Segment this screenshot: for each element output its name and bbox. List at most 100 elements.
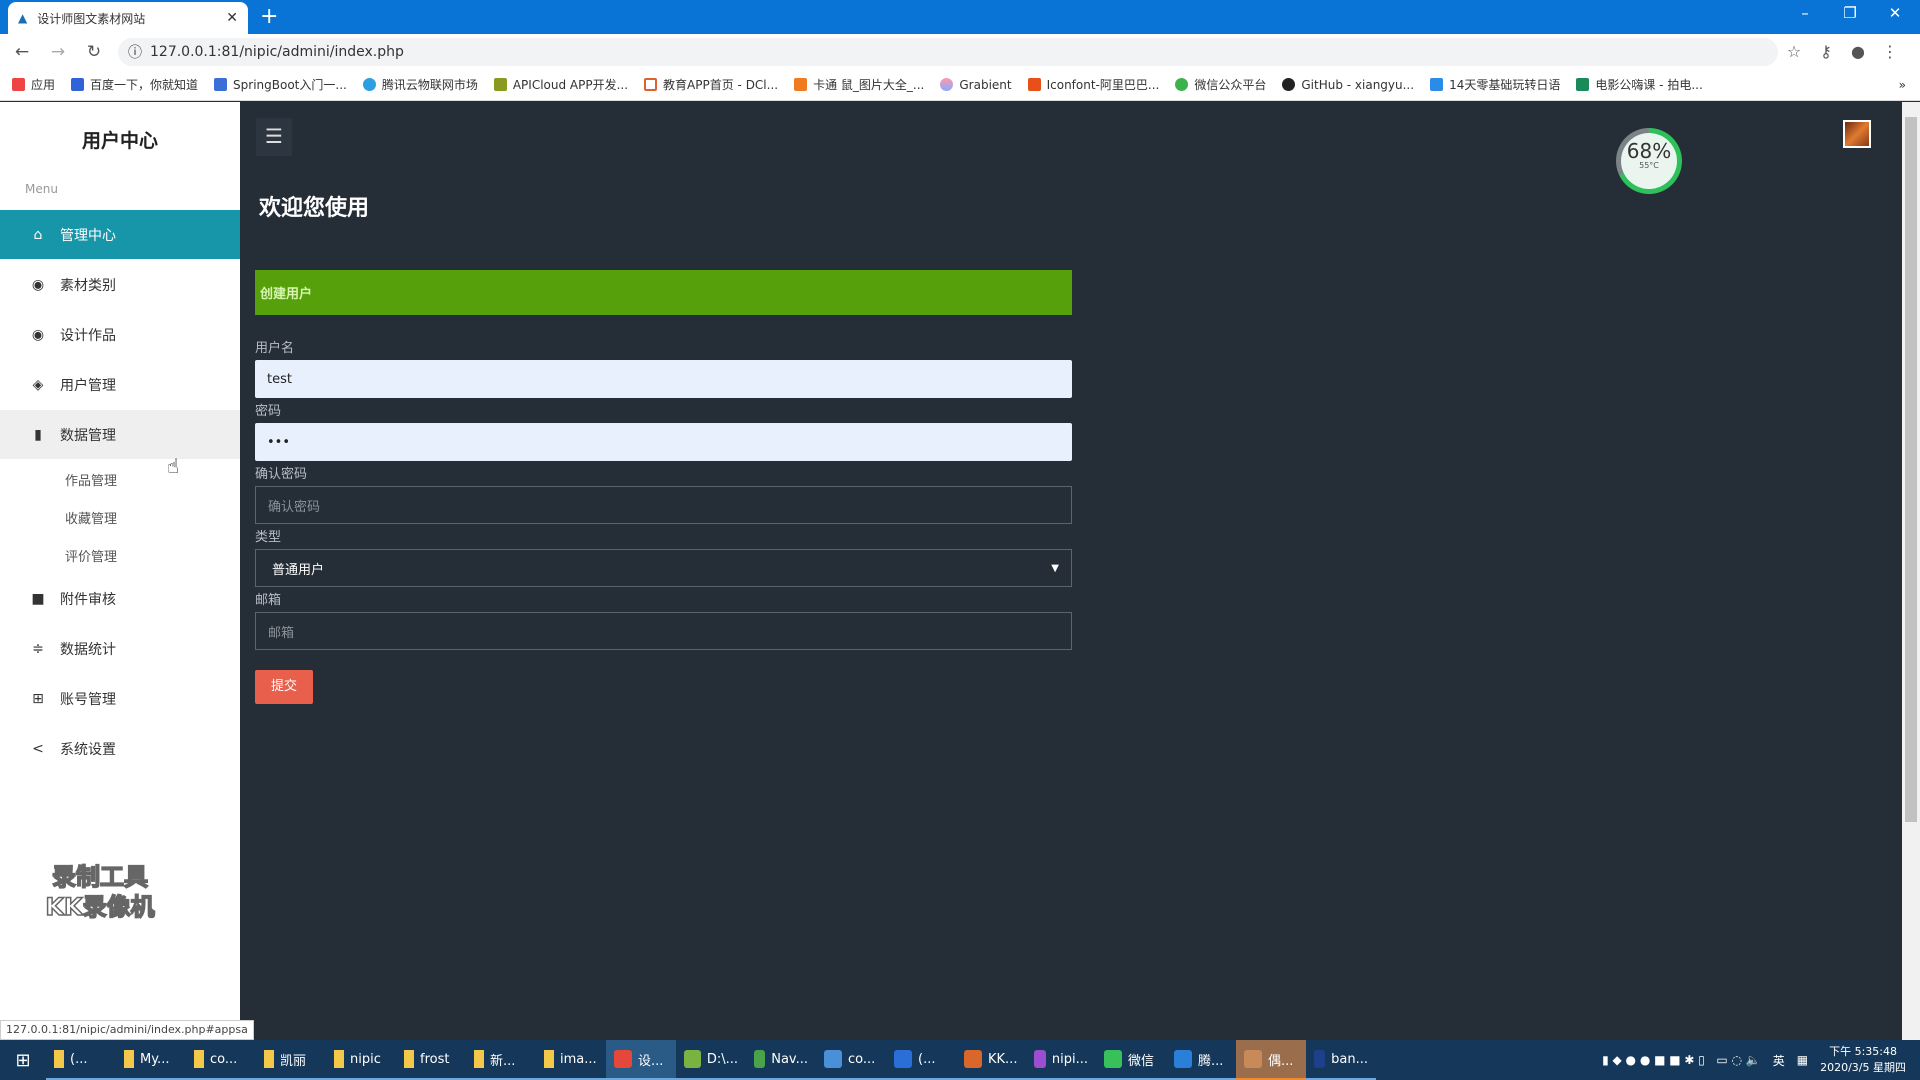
bookmark[interactable]: Grabient xyxy=(940,78,1012,92)
address-row: ← → ↻ ⓘ 127.0.0.1:81/nipic/admini/index.p… xyxy=(0,34,1920,69)
taskbar-item[interactable]: frost xyxy=(396,1040,466,1080)
subitem-favorites[interactable]: 收藏管理 xyxy=(65,508,117,527)
sidebar-item-statistics[interactable]: ≑ 数据统计 xyxy=(0,624,240,673)
taskbar-item-label: co... xyxy=(848,1051,876,1067)
cartoon-icon xyxy=(794,78,808,91)
more-bookmarks-icon[interactable]: » xyxy=(1899,78,1906,92)
sidebar-item-data-management[interactable]: ▮ 数据管理 xyxy=(0,410,240,459)
restore-button[interactable]: ❐ xyxy=(1830,4,1870,22)
taskbar-item[interactable]: 新... xyxy=(466,1040,536,1080)
windows-start-icon[interactable]: ⊞ xyxy=(0,1050,46,1071)
reload-icon[interactable]: ↻ xyxy=(80,42,108,62)
bookmark[interactable]: 14天零基础玩转日语 xyxy=(1430,76,1560,93)
taskbar-item[interactable]: Nav... xyxy=(746,1040,816,1080)
confirm-password-input[interactable]: 确认密码 xyxy=(255,486,1072,524)
key-icon[interactable]: ⚷ xyxy=(1810,42,1842,61)
forward-icon[interactable]: → xyxy=(44,42,72,62)
username-input[interactable]: test xyxy=(255,360,1072,398)
sidebar-item-label: 系统设置 xyxy=(60,741,116,758)
sidebar-item-label: 素材类别 xyxy=(60,277,116,294)
sidebar-item-label: 设计作品 xyxy=(60,327,116,344)
system-tray: ▮ ◆ ● ● ■ ■ ✱ ▯ ▭ ◌ 🔈 英 ▦ 下午 5:35:48 2020… xyxy=(1602,1044,1920,1076)
password-input[interactable]: ••• xyxy=(255,423,1072,461)
tray-icons[interactable]: ▮ ◆ ● ● ■ ■ ✱ ▯ ▭ ◌ 🔈 xyxy=(1602,1053,1761,1067)
sidebar-item-attachment-review[interactable]: ■ 附件审核 xyxy=(0,574,240,623)
app-icon xyxy=(1314,1050,1326,1068)
username-label: 用户名 xyxy=(255,341,295,356)
close-tab-icon[interactable]: ✕ xyxy=(226,10,238,26)
clock-date: 2020/3/5 星期四 xyxy=(1820,1061,1906,1074)
taskbar-item[interactable]: 偶... xyxy=(1236,1040,1306,1080)
address-bar[interactable]: ⓘ 127.0.0.1:81/nipic/admini/index.php xyxy=(118,37,1778,66)
taskbar-item[interactable]: KK... xyxy=(956,1040,1026,1080)
submit-button[interactable]: 提交 xyxy=(255,670,313,704)
panel-header: 创建用户 xyxy=(255,270,1072,315)
ime-indicator[interactable]: 英 xyxy=(1773,1052,1785,1069)
menu-dots-icon[interactable]: ⋮ xyxy=(1874,42,1906,61)
taskbar-item-label: (... xyxy=(918,1051,936,1067)
wechat-icon xyxy=(1175,78,1189,91)
profile-icon[interactable]: ● xyxy=(1842,42,1874,61)
email-input[interactable]: 邮箱 xyxy=(255,612,1072,650)
bookmark[interactable]: SpringBoot入门一... xyxy=(214,76,347,93)
keyboard-icon[interactable]: ▦ xyxy=(1797,1053,1808,1067)
app-icon xyxy=(124,1050,134,1068)
taskbar-item[interactable]: (... xyxy=(886,1040,956,1080)
type-select[interactable]: 普通用户 ▼ xyxy=(255,549,1072,587)
new-tab-button[interactable]: + xyxy=(260,4,278,29)
memory-gauge-widget[interactable]: 68% 55°C xyxy=(1616,128,1682,194)
taskbar-item[interactable]: nipic xyxy=(326,1040,396,1080)
back-icon[interactable]: ← xyxy=(8,42,36,62)
bookmark[interactable]: GitHub - xiangyu... xyxy=(1282,78,1414,92)
disc-icon: ◉ xyxy=(31,326,45,343)
sidebar-item-account[interactable]: ⊞ 账号管理 xyxy=(0,674,240,723)
taskbar-item[interactable]: (... xyxy=(46,1040,116,1080)
taskbar-item[interactable]: 设... xyxy=(606,1040,676,1080)
scrollbar-thumb[interactable] xyxy=(1905,117,1917,822)
hand-cursor-icon: ☝ xyxy=(167,454,180,478)
taskbar-item[interactable]: 微信 xyxy=(1096,1040,1166,1080)
minimize-button[interactable]: – xyxy=(1785,4,1825,22)
browser-tab[interactable]: ▲ 设计师图文素材网站 ✕ xyxy=(8,2,248,34)
bookmark[interactable]: Iconfont-阿里巴巴... xyxy=(1027,76,1159,93)
subitem-works[interactable]: 作品管理 xyxy=(65,470,117,489)
taskbar-item[interactable]: nipi... xyxy=(1026,1040,1096,1080)
sidebar-item-settings[interactable]: < 系统设置 xyxy=(0,724,240,773)
taskbar-item[interactable]: ima... xyxy=(536,1040,606,1080)
bookmark[interactable]: APICloud APP开发... xyxy=(493,76,628,93)
sidebar-item-user-management[interactable]: ◈ 用户管理 xyxy=(0,360,240,409)
bookmark[interactable]: 卡通 鼠_图片大全_... xyxy=(794,76,924,93)
star-icon[interactable]: ☆ xyxy=(1778,42,1810,61)
subitem-reviews[interactable]: 评价管理 xyxy=(65,546,117,565)
apicloud-icon xyxy=(493,78,507,91)
bookmark[interactable]: 百度一下，你就知道 xyxy=(71,76,198,93)
bookmark[interactable]: 微信公众平台 xyxy=(1175,76,1266,93)
bookmark[interactable]: 应用 xyxy=(12,76,55,93)
taskbar-item[interactable]: My... xyxy=(116,1040,186,1080)
video-icon: ■ xyxy=(31,590,45,607)
plus-square-icon: ⊞ xyxy=(32,690,44,707)
app-icon xyxy=(824,1050,842,1068)
taskbar-item[interactable]: 凯丽 xyxy=(256,1040,326,1080)
bookmark[interactable]: 电影公嗨课 - 拍电... xyxy=(1576,76,1703,93)
taskbar-item[interactable]: 腾... xyxy=(1166,1040,1236,1080)
bookmark[interactable]: 教育APP首页 - DCl... xyxy=(644,76,778,93)
app-icon xyxy=(1244,1050,1262,1068)
taskbar-item[interactable]: ban... xyxy=(1306,1040,1376,1080)
disc-icon: ◉ xyxy=(31,276,45,293)
taskbar-item[interactable]: D:\... xyxy=(676,1040,746,1080)
status-url: 127.0.0.1:81/nipic/admini/index.php#apps… xyxy=(0,1020,254,1040)
menu-toggle-button[interactable]: ☰ xyxy=(256,118,292,156)
sidebar-item-material-category[interactable]: ◉ 素材类别 xyxy=(0,260,240,309)
avatar[interactable] xyxy=(1843,120,1871,148)
bookmark[interactable]: 腾讯云物联网市场 xyxy=(362,76,478,93)
taskbar-item[interactable]: co... xyxy=(186,1040,256,1080)
book-icon: ▮ xyxy=(34,426,42,443)
close-window-button[interactable]: ✕ xyxy=(1875,4,1915,22)
sidebar-item-design-works[interactable]: ◉ 设计作品 xyxy=(0,310,240,359)
taskbar-item-label: nipi... xyxy=(1051,1051,1088,1067)
taskbar-item-label: frost xyxy=(420,1051,450,1067)
taskbar-item[interactable]: co... xyxy=(816,1040,886,1080)
clock[interactable]: 下午 5:35:48 2020/3/5 星期四 xyxy=(1820,1044,1906,1076)
sidebar-item-admin-center[interactable]: ⌂ 管理中心 xyxy=(0,210,240,259)
